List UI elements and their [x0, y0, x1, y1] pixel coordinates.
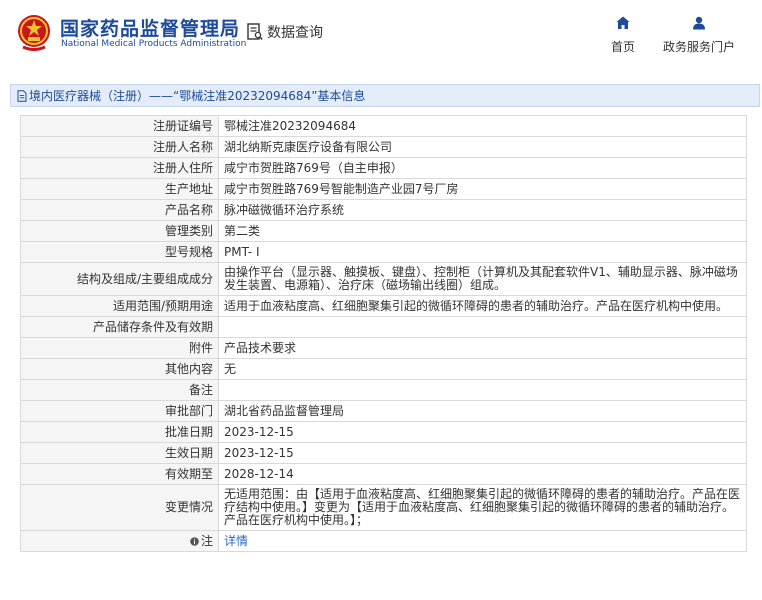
field-value: [218, 379, 747, 401]
nav-government-service-portal[interactable]: 政务服务门户: [661, 16, 737, 55]
table-row: 产品名称 脉冲磁微循环治疗系统: [20, 199, 747, 221]
field-value: 2028-12-14: [218, 463, 747, 485]
field-label: 适用范围/预期用途: [20, 295, 219, 317]
table-row: 生产地址 咸宁市贺胜路769号智能制造产业园7号厂房: [20, 178, 747, 200]
field-value: 第二类: [218, 220, 747, 242]
table-row: 生效日期 2023-12-15: [20, 442, 747, 464]
table-row: 产品储存条件及有效期: [20, 316, 747, 338]
nav-home[interactable]: 首页: [607, 16, 639, 55]
table-row: 注册人名称 湖北纳斯克康医疗设备有限公司: [20, 136, 747, 158]
agency-name-cn: 国家药品监督管理局: [60, 18, 241, 40]
table-row: 注册证编号 鄂械注准20232094684: [20, 115, 747, 137]
field-label: 生产地址: [20, 178, 219, 200]
nav-home-label: 首页: [610, 40, 635, 54]
field-label-note: 注: [20, 530, 219, 552]
field-label: 其他内容: [20, 358, 219, 380]
field-value: 鄂械注准20232094684: [218, 115, 747, 137]
field-value: 脉冲磁微循环治疗系统: [218, 199, 747, 221]
record-title: 境内医疗器械（注册）——“鄂械注准20232094684”基本信息: [29, 89, 366, 103]
document-search-icon: [247, 23, 263, 40]
field-value: PMT- I: [218, 241, 747, 263]
field-label: 审批部门: [20, 400, 219, 422]
table-row: 适用范围/预期用途 适用于血液粘度高、红细胞聚集引起的微循环障碍的患者的辅助治疗。…: [20, 295, 747, 317]
field-value: 无适用范围：由【适用于血液粘度高、红细胞聚集引起的微循环障碍的患者的辅助治疗。产…: [218, 484, 747, 531]
field-value: 湖北省药品监督管理局: [218, 400, 747, 422]
document-icon: [17, 89, 27, 102]
field-value-note: 详情: [218, 530, 747, 552]
table-row: 变更情况 无适用范围：由【适用于血液粘度高、红细胞聚集引起的微循环障碍的患者的辅助…: [20, 484, 747, 531]
home-icon: [616, 16, 630, 29]
field-label: 注册人住所: [20, 157, 219, 179]
field-value: [218, 316, 747, 338]
table-row: 批准日期 2023-12-15: [20, 421, 747, 443]
field-value: 2023-12-15: [218, 442, 747, 464]
table-row: 其他内容无: [20, 358, 747, 380]
national-emblem-icon: [18, 15, 50, 51]
table-row: 管理类别 第二类: [20, 220, 747, 242]
agency-name-en: National Medical Products Administration: [61, 39, 247, 49]
table-row: 备注: [20, 379, 747, 401]
field-label: 产品储存条件及有效期: [20, 316, 219, 338]
field-label: 备注: [20, 379, 219, 401]
field-value: 2023-12-15: [218, 421, 747, 443]
field-label: 管理类别: [20, 220, 219, 242]
note-label: 注: [200, 533, 213, 548]
field-value: 咸宁市贺胜路769号智能制造产业园7号厂房: [218, 178, 747, 200]
field-label: 变更情况: [20, 484, 219, 531]
field-label: 产品名称: [20, 199, 219, 221]
field-value: 产品技术要求: [218, 337, 747, 359]
table-row: 型号规格 PMT- I: [20, 241, 747, 263]
field-label: 型号规格: [20, 241, 219, 263]
field-value: 由操作平台（显示器、触摸板、键盘）、控制柜（计算机及其配套软件V1、辅助显示器、…: [218, 262, 747, 296]
table-row: 注册人住所 咸宁市贺胜路769号（自主申报）: [20, 157, 747, 179]
site-header: 国家药品监督管理局 National Medical Products Admi…: [0, 0, 762, 70]
user-icon: [693, 16, 705, 30]
field-value: 适用于血液粘度高、红细胞聚集引起的微循环障碍的患者的辅助治疗。产品在医疗机构中使…: [218, 295, 747, 317]
table-row-note: 注详情: [20, 530, 747, 552]
field-label: 批准日期: [20, 421, 219, 443]
field-value: 咸宁市贺胜路769号（自主申报）: [218, 157, 747, 179]
record-title-bar: 境内医疗器械（注册）——“鄂械注准20232094684”基本信息: [10, 84, 760, 107]
field-label: 生效日期: [20, 442, 219, 464]
field-label: 附件: [20, 337, 219, 359]
field-label: 有效期至: [20, 463, 219, 485]
database-query-link[interactable]: 数据查询: [247, 22, 323, 42]
field-label: 结构及组成/主要组成成分: [20, 262, 219, 296]
device-info-table: 注册证编号 鄂械注准20232094684 注册人名称 湖北纳斯克康医疗设备有限公司注…: [20, 115, 747, 552]
table-row: 附件 产品技术要求: [20, 337, 747, 359]
field-value: 无: [218, 358, 747, 380]
database-query-label: 数据查询: [267, 25, 323, 41]
table-row: 审批部门 湖北省药品监督管理局: [20, 400, 747, 422]
field-label: 注册证编号: [20, 115, 219, 137]
nav-gov-label: 政务服务门户: [662, 40, 735, 54]
info-icon: [190, 536, 199, 546]
field-value: 湖北纳斯克康医疗设备有限公司: [218, 136, 747, 158]
table-row: 结构及组成/主要组成成分 由操作平台（显示器、触摸板、键盘）、控制柜（计算机及其配…: [20, 262, 747, 296]
table-row: 有效期至 2028-12-14: [20, 463, 747, 485]
details-link[interactable]: 详情: [224, 534, 248, 548]
field-label: 注册人名称: [20, 136, 219, 158]
